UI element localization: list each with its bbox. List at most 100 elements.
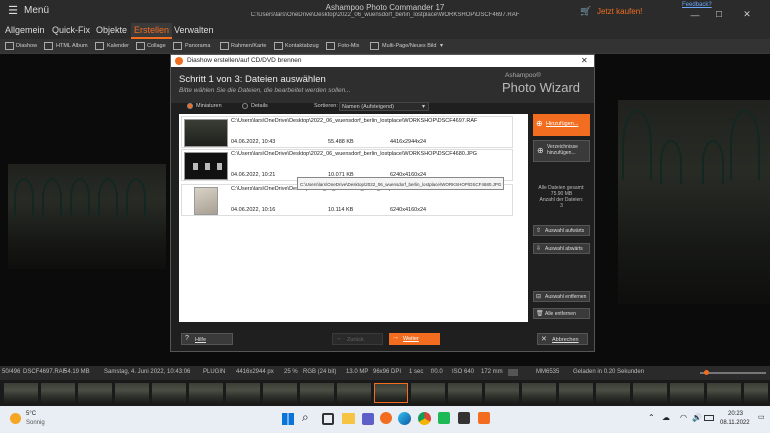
battery-icon[interactable]: [704, 415, 714, 421]
zoom-slider-thumb[interactable]: [704, 370, 709, 375]
status-dims: 4416x2944 px: [236, 369, 274, 375]
add-files-button[interactable]: ⊕ Hinzufügen...: [533, 114, 590, 136]
file-explorer-icon[interactable]: [342, 413, 355, 424]
filmstrip-thumb[interactable]: [226, 383, 260, 403]
toolbar-multi-page[interactable]: Multi-Page/Neues Bild: [382, 43, 436, 49]
remove-selection-label: Auswahl entfernen: [545, 294, 587, 300]
radio-details[interactable]: [242, 103, 248, 109]
clock-time[interactable]: 20:23: [728, 411, 743, 417]
dialog-close-icon[interactable]: ✕: [581, 56, 588, 65]
wifi-icon[interactable]: ◠: [680, 413, 687, 422]
filmstrip-thumb[interactable]: [337, 383, 371, 403]
next-button[interactable]: → Weiter: [389, 333, 440, 345]
filmstrip-thumb[interactable]: [152, 383, 186, 403]
tab-verwalten[interactable]: Verwalten: [174, 25, 214, 35]
slideshow-icon: [5, 42, 14, 50]
filmstrip-thumb[interactable]: [633, 383, 667, 403]
remove-all-button[interactable]: 🗑 Alle entfernen: [533, 308, 590, 319]
status-aperture: f/0.0: [431, 369, 443, 375]
toolbar-rahmen-karte[interactable]: Rahmen/Karte: [231, 43, 266, 49]
thumb-detail: [205, 163, 210, 170]
notification-icon[interactable]: ▭: [758, 413, 765, 421]
volume-icon[interactable]: 🔊: [692, 413, 702, 422]
task-view-icon[interactable]: [322, 413, 334, 425]
chevron-up-icon[interactable]: ⌃: [648, 413, 655, 422]
sort-select[interactable]: Namen (Aufsteigend) ▾: [339, 102, 429, 111]
filmstrip-thumb[interactable]: [744, 383, 768, 403]
radio-thumbnails[interactable]: [187, 103, 193, 109]
maximize-icon[interactable]: ☐: [714, 10, 724, 19]
file-dims: 6240x4160x24: [390, 207, 427, 213]
remove-all-label: Alle entfernen: [545, 311, 576, 317]
toolbar-html-album[interactable]: HTML Album: [56, 43, 88, 49]
filmstrip-thumb[interactable]: [559, 383, 593, 403]
chrome-icon[interactable]: [418, 412, 431, 425]
windows-start-icon[interactable]: [282, 413, 294, 425]
filmstrip-thumb[interactable]: [411, 383, 445, 403]
move-down-button[interactable]: ⇩ Auswahl abwärts: [533, 243, 590, 254]
filmstrip-thumb[interactable]: [78, 383, 112, 403]
filmstrip-thumb[interactable]: [41, 383, 75, 403]
app-icon-photo[interactable]: [478, 412, 490, 424]
file-list[interactable]: C:\Users\lars\OneDrive\Desktop\2022_06_w…: [179, 114, 528, 322]
toolbar-collage[interactable]: Collage: [147, 43, 166, 49]
radio-details-label[interactable]: Details: [251, 103, 268, 109]
teams-icon[interactable]: [362, 413, 374, 425]
filmstrip-thumb[interactable]: [707, 383, 741, 403]
edge-icon[interactable]: [398, 412, 411, 425]
arrow-up-icon: ⇧: [536, 228, 542, 234]
remove-selection-button[interactable]: ⊟ Auswahl entfernen: [533, 291, 590, 302]
filmstrip-thumb[interactable]: [4, 383, 38, 403]
hamburger-menu-icon[interactable]: ☰: [7, 5, 19, 17]
radio-thumbnails-label[interactable]: Miniaturen: [196, 103, 222, 109]
buy-now-link[interactable]: Jetzt kaufen!: [597, 7, 642, 16]
move-up-label: Auswahl aufwärts: [545, 228, 585, 234]
filmstrip-thumb[interactable]: [263, 383, 297, 403]
add-folder-button[interactable]: ⊕ Verzeichnisse hinzufügen...: [533, 140, 590, 162]
filmstrip[interactable]: [0, 380, 770, 406]
close-icon[interactable]: ✕: [742, 9, 752, 20]
cart-icon[interactable]: 🛒: [580, 6, 591, 16]
collage-icon: [136, 42, 145, 50]
list-item[interactable]: C:\Users\lars\OneDrive\Desktop\2022_06_w…: [181, 116, 513, 148]
tab-objekte[interactable]: Objekte: [96, 25, 127, 35]
search-icon[interactable]: ⌕: [302, 410, 309, 425]
app-icon-green[interactable]: [438, 412, 450, 424]
toolbar-kontaktabzug[interactable]: Kontaktabzug: [285, 43, 319, 49]
dialog-header: Schritt 1 von 3: Dateien auswählen Bitte…: [171, 67, 594, 103]
toolbar-kalender[interactable]: Kalender: [107, 43, 129, 49]
toolbar-foto-mix[interactable]: Foto-Mix: [338, 43, 359, 49]
move-up-button[interactable]: ⇧ Auswahl aufwärts: [533, 225, 590, 236]
filmstrip-thumb[interactable]: [596, 383, 630, 403]
tab-quick-fix[interactable]: Quick-Fix: [52, 25, 90, 35]
zoom-slider[interactable]: [700, 370, 766, 375]
filmstrip-thumb[interactable]: [300, 383, 334, 403]
app-icon-dark[interactable]: [458, 412, 470, 424]
status-iso: ISO 640: [452, 369, 475, 375]
thumbnail: [184, 119, 228, 147]
tab-erstellen[interactable]: Erstellen: [131, 23, 173, 39]
back-button[interactable]: ← Zurück: [332, 333, 383, 345]
clock-date[interactable]: 08.11.2022: [720, 420, 750, 426]
file-date: 04.06.2022, 10:16: [231, 207, 276, 213]
status-plugin: PLUGIN: [203, 369, 226, 375]
filmstrip-thumb-selected[interactable]: [374, 383, 408, 403]
help-button[interactable]: ? Hilfe: [181, 333, 233, 345]
cloud-icon[interactable]: ☁: [662, 413, 670, 422]
feedback-link[interactable]: Feedback?: [682, 2, 712, 8]
filmstrip-thumb[interactable]: [448, 383, 482, 403]
cancel-button[interactable]: ✕ Abbrechen: [537, 333, 588, 345]
minimize-icon[interactable]: —: [690, 10, 700, 20]
toolbar-diashow[interactable]: Diashow: [16, 43, 37, 49]
tab-allgemein[interactable]: Allgemein: [5, 25, 45, 35]
filmstrip-thumb[interactable]: [189, 383, 223, 403]
menu-button[interactable]: Menü: [24, 5, 49, 16]
chevron-down-icon[interactable]: ▾: [440, 42, 443, 49]
toolbar-panorama[interactable]: Panorama: [185, 43, 210, 49]
filmstrip-thumb[interactable]: [670, 383, 704, 403]
filmstrip-thumb[interactable]: [522, 383, 556, 403]
filmstrip-thumb[interactable]: [115, 383, 149, 403]
photo-commander-icon[interactable]: [380, 412, 392, 424]
filmstrip-thumb[interactable]: [485, 383, 519, 403]
status-index: 50/496: [2, 369, 21, 375]
